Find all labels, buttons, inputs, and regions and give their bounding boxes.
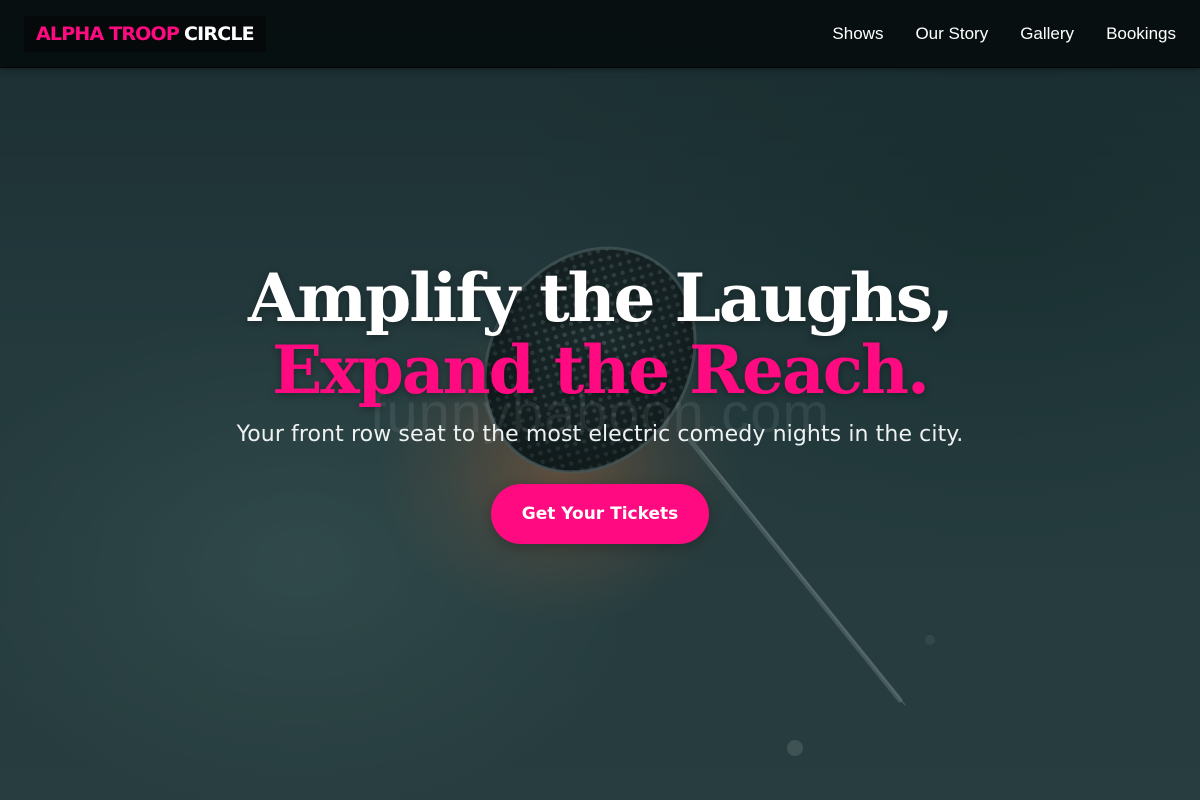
nav-link-gallery[interactable]: Gallery bbox=[1020, 24, 1074, 44]
nav-links: Shows Our Story Gallery Bookings bbox=[832, 0, 1176, 68]
headline-line-1: Amplify the Laughs, bbox=[248, 259, 954, 337]
hero-subtitle: Your front row seat to the most electric… bbox=[236, 422, 964, 447]
site-logo[interactable]: ALPHA TROOP CIRCLE bbox=[24, 16, 266, 52]
hero-section: Amplify the Laughs, Expand the Reach. Yo… bbox=[0, 262, 1200, 544]
logo-accent-text: ALPHA TROOP bbox=[36, 23, 180, 45]
hero-headline: Amplify the Laughs, Expand the Reach. bbox=[0, 262, 1200, 406]
nav-link-bookings[interactable]: Bookings bbox=[1106, 24, 1176, 44]
page: ALPHA TROOP CIRCLE Shows Our Story Galle… bbox=[0, 0, 1200, 800]
logo-rest-text: CIRCLE bbox=[183, 23, 255, 45]
headline-line-2: Expand the Reach. bbox=[272, 331, 930, 409]
get-tickets-button[interactable]: Get Your Tickets bbox=[491, 484, 709, 544]
navbar: ALPHA TROOP CIRCLE Shows Our Story Galle… bbox=[0, 0, 1200, 68]
nav-link-shows[interactable]: Shows bbox=[832, 24, 883, 44]
nav-link-our-story[interactable]: Our Story bbox=[915, 24, 988, 44]
